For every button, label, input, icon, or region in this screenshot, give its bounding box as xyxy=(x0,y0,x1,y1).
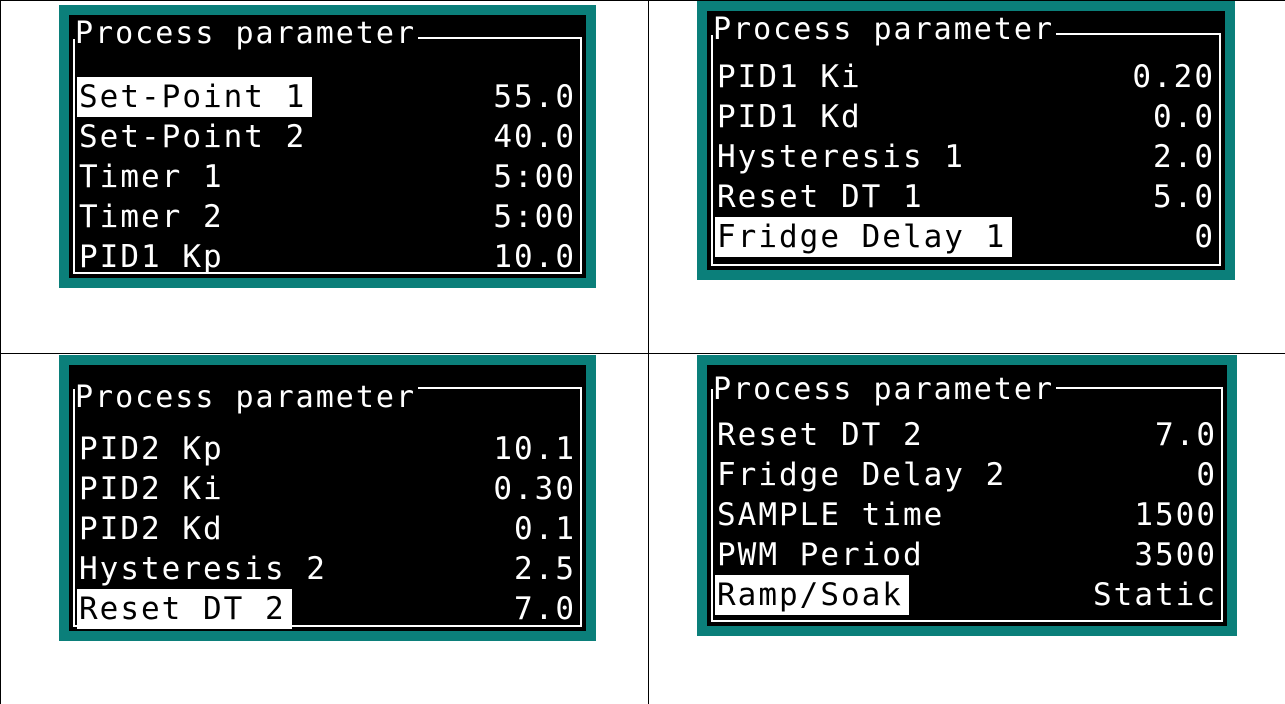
panel-title: Process parameter xyxy=(75,379,419,417)
param-row[interactable]: Ramp/Soak Static xyxy=(715,575,1217,615)
panel-title: Process parameter xyxy=(713,371,1057,409)
panel-title: Process parameter xyxy=(75,15,419,53)
param-row[interactable]: PWM Period 3500 xyxy=(715,535,1217,575)
param-row[interactable]: PID2 Kd 0.1 xyxy=(77,509,576,549)
param-label: Timer 2 xyxy=(79,199,224,235)
param-label: Fridge Delay 2 xyxy=(717,457,1007,493)
param-value: 0.30 xyxy=(493,471,576,507)
param-label: Timer 1 xyxy=(79,159,224,195)
param-value: 5:00 xyxy=(493,199,576,235)
param-value: 40.0 xyxy=(493,119,576,155)
param-row[interactable]: Timer 2 5:00 xyxy=(77,197,576,237)
param-row[interactable]: SAMPLE time 1500 xyxy=(715,495,1217,535)
param-value: 0.1 xyxy=(514,511,576,547)
param-value: 0.0 xyxy=(1153,99,1215,135)
param-row[interactable]: PID2 Kp 10.1 xyxy=(77,429,576,469)
param-label: Set-Point 2 xyxy=(79,119,307,155)
param-row[interactable]: Fridge Delay 1 0 xyxy=(715,217,1215,257)
param-row[interactable]: Reset DT 1 5.0 xyxy=(715,177,1215,217)
param-label: Hysteresis 1 xyxy=(717,139,965,175)
param-value: 10.0 xyxy=(493,239,576,275)
lcd-panel-2: Process parameter PID1 Ki 0.20 PID1 Kd 0… xyxy=(697,1,1235,280)
table-divider-vertical xyxy=(648,0,649,704)
param-value: 5:00 xyxy=(493,159,576,195)
param-row[interactable]: Set-Point 2 40.0 xyxy=(77,117,576,157)
table-border-left xyxy=(0,0,1,704)
param-value: 0.20 xyxy=(1132,59,1215,95)
param-value: 7.0 xyxy=(514,591,576,627)
lcd-screen: Process parameter PID2 Kp 10.1 PID2 Ki 0… xyxy=(69,365,586,631)
param-label: PID2 Kd xyxy=(79,511,224,547)
param-value: 5.0 xyxy=(1153,179,1215,215)
param-row[interactable]: Reset DT 2 7.0 xyxy=(715,415,1217,455)
param-row[interactable]: PID1 Ki 0.20 xyxy=(715,57,1215,97)
param-label: Hysteresis 2 xyxy=(79,551,327,587)
param-label: Reset DT 2 xyxy=(717,417,924,453)
param-row[interactable]: Set-Point 1 55.0 xyxy=(77,77,576,117)
param-value: 10.1 xyxy=(493,431,576,467)
lcd-screen: Process parameter Reset DT 2 7.0 Fridge … xyxy=(707,365,1227,626)
lcd-screen: Process parameter PID1 Ki 0.20 PID1 Kd 0… xyxy=(707,11,1225,270)
param-row[interactable]: Fridge Delay 2 0 xyxy=(715,455,1217,495)
param-label: PWM Period xyxy=(717,537,924,573)
param-label: Reset DT 2 xyxy=(77,589,292,629)
param-value: 2.0 xyxy=(1153,139,1215,175)
param-value: 0 xyxy=(1194,219,1215,255)
param-label: PID1 Ki xyxy=(717,59,862,95)
lcd-panel-3: Process parameter PID2 Kp 10.1 PID2 Ki 0… xyxy=(59,355,596,641)
param-row[interactable]: PID1 Kp 10.0 xyxy=(77,237,576,277)
panel-title: Process parameter xyxy=(713,11,1057,49)
param-row[interactable]: PID1 Kd 0.0 xyxy=(715,97,1215,137)
lcd-screen: Process parameter Set-Point 1 55.0 Set-P… xyxy=(69,15,586,278)
table-divider-horizontal xyxy=(0,353,1285,354)
param-value: 55.0 xyxy=(493,79,576,115)
param-label: PID1 Kd xyxy=(717,99,862,135)
param-label: PID2 Kp xyxy=(79,431,224,467)
param-label: Ramp/Soak xyxy=(715,575,909,615)
param-label: Fridge Delay 1 xyxy=(715,217,1013,257)
param-value: 3500 xyxy=(1134,537,1217,573)
param-label: PID1 Kp xyxy=(79,239,224,275)
param-row[interactable]: Hysteresis 2 2.5 xyxy=(77,549,576,589)
param-label: Set-Point 1 xyxy=(77,77,313,117)
param-label: PID2 Ki xyxy=(79,471,224,507)
param-value: 1500 xyxy=(1134,497,1217,533)
param-row[interactable]: Timer 1 5:00 xyxy=(77,157,576,197)
param-row[interactable]: PID2 Ki 0.30 xyxy=(77,469,576,509)
param-value: 7.0 xyxy=(1155,417,1217,453)
param-row[interactable]: Reset DT 2 7.0 xyxy=(77,589,576,629)
param-value: Static xyxy=(1093,577,1217,613)
lcd-panel-1: Process parameter Set-Point 1 55.0 Set-P… xyxy=(59,5,596,288)
param-value: 0 xyxy=(1196,457,1217,493)
param-label: Reset DT 1 xyxy=(717,179,924,215)
lcd-panel-4: Process parameter Reset DT 2 7.0 Fridge … xyxy=(697,355,1237,636)
param-row[interactable]: Hysteresis 1 2.0 xyxy=(715,137,1215,177)
param-label: SAMPLE time xyxy=(717,497,945,533)
param-value: 2.5 xyxy=(514,551,576,587)
